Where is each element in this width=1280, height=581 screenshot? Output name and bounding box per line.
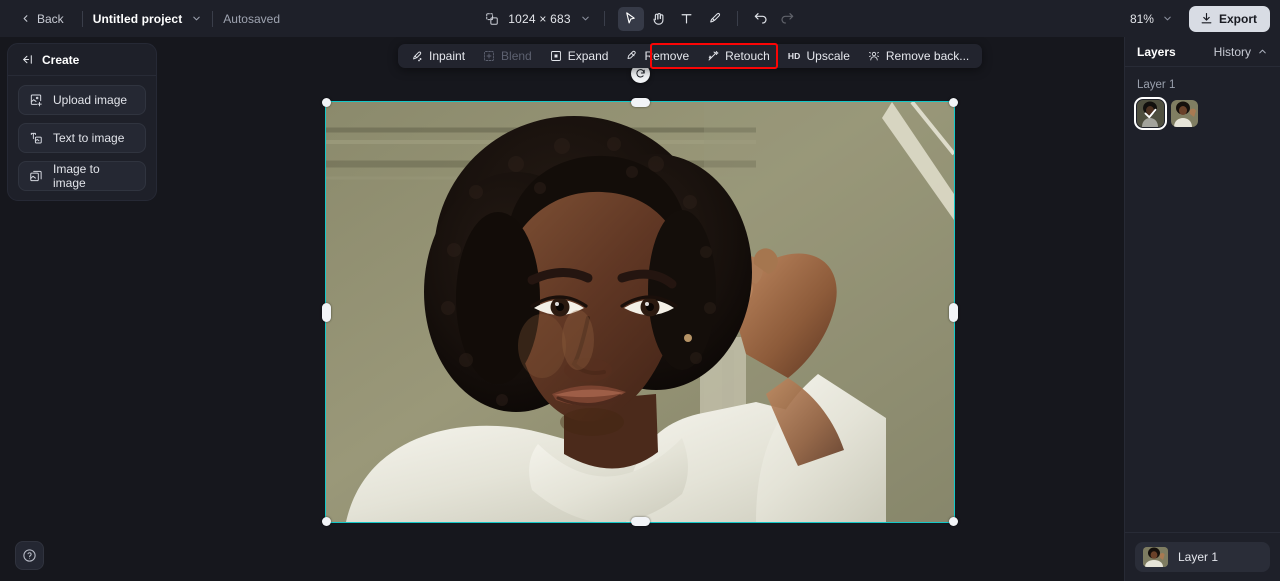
selected-check-overlay [1137,100,1164,127]
canvas-size-label: 1024 × 683 [508,11,571,26]
export-label: Export [1218,11,1257,26]
layers-panel-body: Layer 1 [1125,67,1280,532]
layer-item-label: Layer 1 [1178,550,1219,564]
resize-handle-bottom-right[interactable] [949,517,958,526]
upload-image-label: Upload image [53,93,128,107]
download-icon [1200,12,1213,25]
selected-image-object[interactable] [322,64,958,526]
export-button[interactable]: Export [1188,5,1270,32]
remove-button[interactable]: Remove [617,46,698,66]
resize-handle-top-right[interactable] [949,98,958,107]
blend-icon [483,50,495,62]
retouch-icon [707,50,719,62]
remove-background-label: Remove back... [885,49,970,63]
canvas-size-button[interactable]: 1024 × 683 [479,8,596,30]
layer-item-thumbnail-image [1143,547,1168,567]
canvas-frame-icon [485,12,499,26]
divider-2 [212,10,214,27]
resize-handle-middle-left[interactable] [322,303,331,322]
expand-icon [550,50,562,62]
chevron-down-icon [580,13,591,24]
back-button[interactable]: Back [12,8,72,30]
image-thumbnail[interactable] [1171,100,1198,127]
layer-thumbnail-row [1134,97,1268,130]
zoom-level-label: 81% [1129,11,1154,26]
blend-label: Blend [501,49,532,63]
canvas-area[interactable] [164,37,1124,581]
mask-thumbnail[interactable] [1134,97,1167,130]
top-bar-right: 81% Export [1124,0,1270,37]
undo-button[interactable] [747,7,773,31]
image-to-image-button[interactable]: Image to image [18,161,146,191]
create-panel-title: Create [42,52,80,67]
resize-handle-middle-right[interactable] [949,303,958,322]
layer-list-item[interactable]: Layer 1 [1135,542,1270,572]
remove-icon [626,50,638,62]
layer-group-label: Layer 1 [1137,79,1176,91]
text-tool[interactable] [674,7,700,31]
history-tab[interactable]: History [1214,45,1268,59]
history-label: History [1213,44,1251,59]
chevron-down-icon[interactable] [191,13,202,24]
help-icon [22,548,37,563]
tool-divider-right [736,11,738,26]
back-label: Back [37,11,64,26]
canvas-photo[interactable] [326,102,954,522]
image-thumbnail-image [1171,100,1198,127]
layers-tab[interactable]: Layers [1137,45,1176,59]
chevron-up-icon [1257,46,1268,57]
layers-panel: Layers History Layer 1 Layer 1 [1124,37,1280,581]
text-to-image-label: Text to image [53,131,125,145]
layers-panel-header: Layers History [1125,37,1280,67]
top-bar: Back Untitled project Autosaved 1024 × 6… [0,0,1280,37]
remove-label: Remove [644,49,690,63]
top-bar-left: Back Untitled project Autosaved [0,8,280,30]
image-editor-app: Back Untitled project Autosaved 1024 × 6… [0,0,1280,581]
inpaint-label: Inpaint [429,49,466,63]
retouch-button[interactable]: Retouch [698,46,779,66]
upload-image-button[interactable]: Upload image [18,85,146,115]
retouch-label: Retouch [725,49,770,63]
tool-group [617,6,801,31]
autosaved-status: Autosaved [223,11,281,26]
expand-button[interactable]: Expand [541,46,618,66]
text-to-image-icon [29,131,43,145]
resize-handle-top-center[interactable] [631,98,650,107]
blend-button[interactable]: Blend [474,46,541,66]
chevron-down-icon [1162,13,1173,24]
divider-1 [81,10,83,27]
remove-background-icon [868,50,880,62]
resize-handle-bottom-left[interactable] [322,517,331,526]
hd-badge: HD [787,51,801,61]
upscale-label: Upscale [806,49,850,63]
remove-background-button[interactable]: Remove back... [859,46,978,66]
create-panel-items: Upload image Text to image Image to imag… [8,76,156,191]
collapse-panel-icon[interactable] [21,53,34,66]
select-tool[interactable] [617,6,644,31]
redo-button[interactable] [775,7,801,31]
image-to-image-icon [29,169,43,183]
inpaint-icon [411,50,423,62]
inpaint-button[interactable]: Inpaint [402,46,474,66]
image-edit-toolbar: Inpaint Blend Expand Remove Retouch HD U… [398,44,983,68]
brush-tool[interactable] [702,7,728,31]
create-panel: Create Upload image Text to image Image … [7,43,157,201]
expand-label: Expand [567,49,609,63]
zoom-control[interactable]: 81% [1124,8,1179,30]
resize-handle-bottom-center[interactable] [631,517,650,526]
portrait-photo-illustration [326,102,954,522]
layers-list: Layer 1 [1125,532,1280,581]
text-to-image-button[interactable]: Text to image [18,123,146,153]
upload-image-icon [29,93,43,107]
help-button[interactable] [15,541,44,570]
image-to-image-label: Image to image [53,162,100,190]
pan-tool[interactable] [646,7,672,31]
upscale-button[interactable]: HD Upscale [779,46,859,66]
tool-divider-left [603,11,605,26]
project-name[interactable]: Untitled project [93,12,183,26]
layer-item-thumbnail [1143,547,1168,567]
create-panel-header[interactable]: Create [8,44,156,76]
chevron-left-icon [20,13,31,24]
resize-handle-top-left[interactable] [322,98,331,107]
